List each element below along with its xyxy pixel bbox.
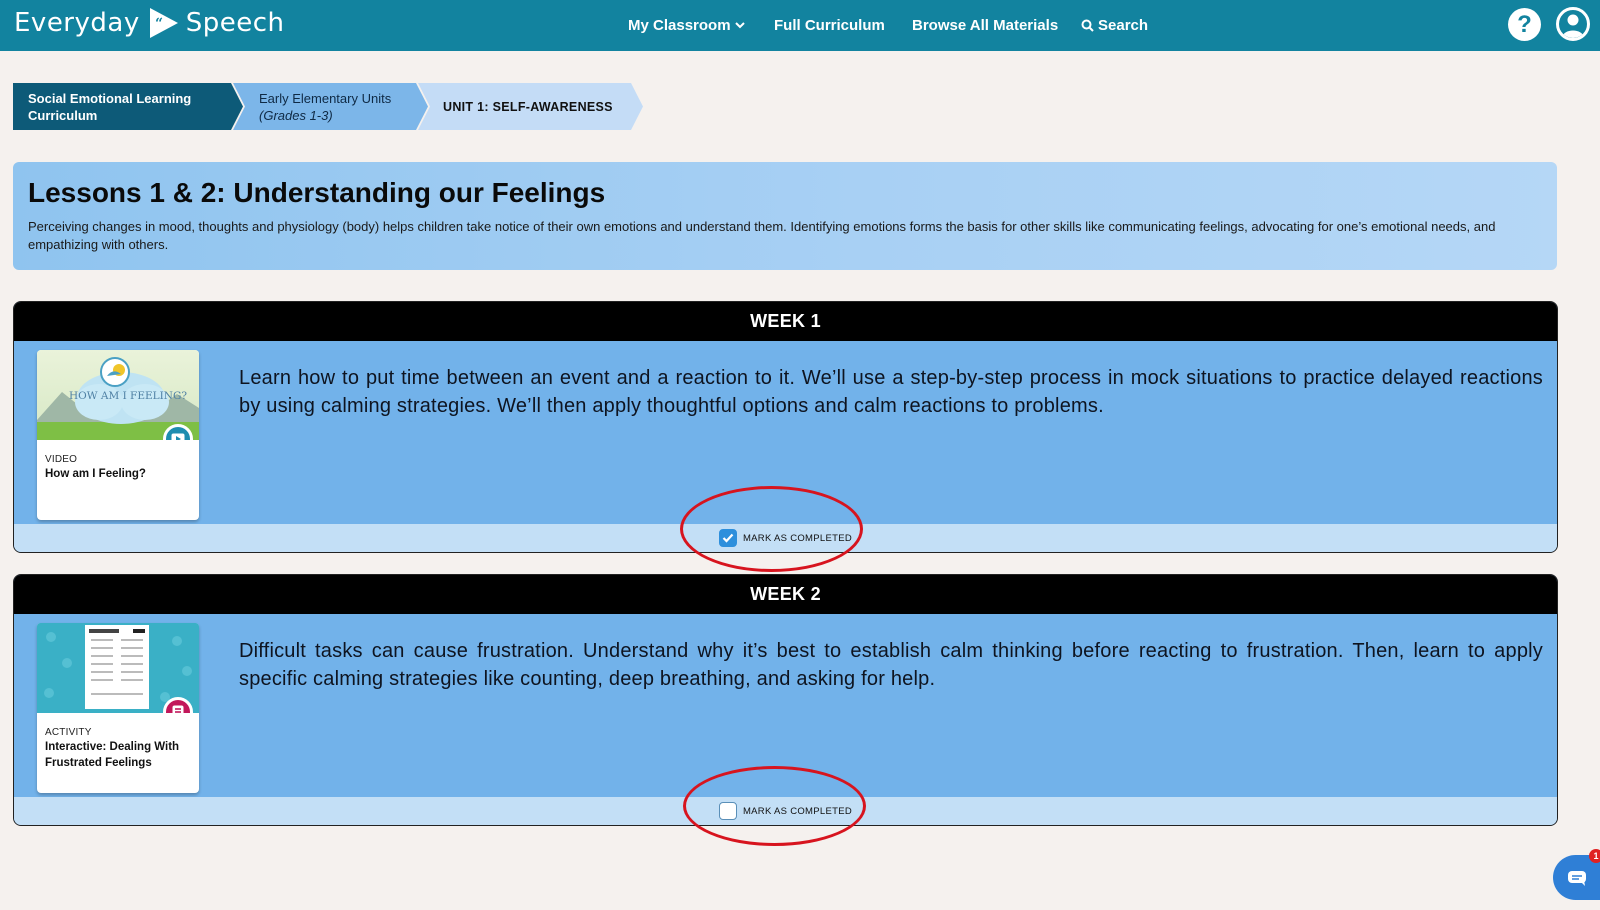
lesson-description: Perceiving changes in mood, thoughts and… [28, 219, 1496, 252]
thumbnail-title-text: HOW AM I FEELING? [69, 390, 187, 402]
mark-completed-label: MARK AS COMPLETED [742, 532, 853, 544]
breadcrumb-early-elementary[interactable]: Early Elementary Units (Grades 1-3) [233, 83, 428, 130]
material-card-video[interactable]: HOW AM I FEELING? VIDEO How am I Feeling… [37, 350, 199, 520]
chat-widget-button[interactable]: 1 [1553, 849, 1600, 900]
lesson-title: Lessons 1 & 2: Understanding our Feeling… [28, 177, 606, 208]
week-2-footer: MARK AS COMPLETED [14, 797, 1557, 825]
nav-search-label: Search [1098, 17, 1149, 34]
chat-bubble-icon [1567, 870, 1586, 886]
brand-name-right: Speech [185, 8, 285, 38]
activity-thumbnail [37, 623, 199, 713]
week-1-footer: MARK AS COMPLETED [14, 524, 1557, 552]
nav-my-classroom-label: My Classroom [628, 17, 731, 34]
breadcrumb-sel-line1: Social Emotional Learning [28, 90, 192, 106]
week-2-description: Difficult tasks can cause frustration. U… [239, 640, 1543, 690]
video-thumbnail: HOW AM I FEELING? [37, 350, 199, 440]
week-1-title: WEEK 1 [14, 302, 1557, 341]
material-title: Interactive: Dealing With Frustrated Fee… [45, 741, 180, 769]
mark-completed-label: MARK AS COMPLETED [742, 805, 853, 817]
mark-completed-checkbox[interactable]: MARK AS COMPLETED [718, 529, 853, 547]
material-type-label: ACTIVITY [45, 727, 92, 738]
breadcrumb-grades: (Grades 1-3) [259, 107, 333, 123]
speech-play-logo-icon: “ [149, 8, 178, 38]
search-icon [1081, 19, 1094, 32]
material-type-label: VIDEO [45, 454, 78, 465]
week-2-card: WEEK 2 ACTIVITY Interactive: Dealing Wit… [13, 574, 1558, 826]
breadcrumb-sel-curriculum[interactable]: Social Emotional Learning Curriculum [13, 83, 243, 130]
checkmark-icon [722, 533, 734, 543]
week-1-card: WEEK 1 HOW AM I FEELING? VIDEO How am I … [13, 301, 1558, 553]
help-icon[interactable]: ? [1508, 8, 1541, 41]
nav-full-curriculum[interactable]: Full Curriculum [774, 0, 885, 51]
nav-full-curriculum-label: Full Curriculum [774, 17, 885, 34]
chat-notification-badge: 1 [1589, 849, 1600, 863]
breadcrumb-unit-label: UNIT 1: SELF-AWARENESS [443, 99, 613, 114]
breadcrumb-unit-1[interactable]: UNIT 1: SELF-AWARENESS [418, 83, 643, 130]
top-navigation-bar: Everyday “ Speech My Classroom Full Curr… [0, 0, 1600, 51]
week-1-body: HOW AM I FEELING? VIDEO How am I Feeling… [14, 341, 1557, 526]
nav-browse-all-label: Browse All Materials [912, 17, 1059, 34]
brand-logo[interactable]: Everyday “ Speech [14, 6, 285, 40]
mark-completed-checkbox[interactable]: MARK AS COMPLETED [718, 802, 853, 820]
breadcrumb-sel-line2: Curriculum [28, 107, 98, 123]
nav-my-classroom[interactable]: My Classroom [628, 0, 745, 51]
breadcrumb-early-elementary-title: Early Elementary Units [259, 90, 392, 106]
user-silhouette-icon [1562, 14, 1584, 38]
chevron-down-icon [734, 22, 745, 29]
brand-name-left: Everyday [14, 8, 140, 38]
material-card-activity[interactable]: ACTIVITY Interactive: Dealing With Frust… [37, 623, 199, 793]
lesson-header-panel: Lessons 1 & 2: Understanding our Feeling… [13, 162, 1557, 270]
week-2-title: WEEK 2 [14, 575, 1557, 614]
nav-browse-all-materials[interactable]: Browse All Materials [912, 0, 1058, 51]
week-2-body: ACTIVITY Interactive: Dealing With Frust… [14, 614, 1557, 799]
svg-text:“: “ [155, 16, 164, 32]
week-1-description: Learn how to put time between an event a… [239, 367, 1543, 417]
nav-search[interactable]: Search [1081, 0, 1148, 51]
user-account-icon[interactable] [1556, 7, 1590, 41]
checkbox-checked[interactable] [718, 529, 737, 547]
material-title: How am I Feeling? [45, 468, 146, 480]
checkbox-unchecked[interactable] [718, 802, 737, 820]
